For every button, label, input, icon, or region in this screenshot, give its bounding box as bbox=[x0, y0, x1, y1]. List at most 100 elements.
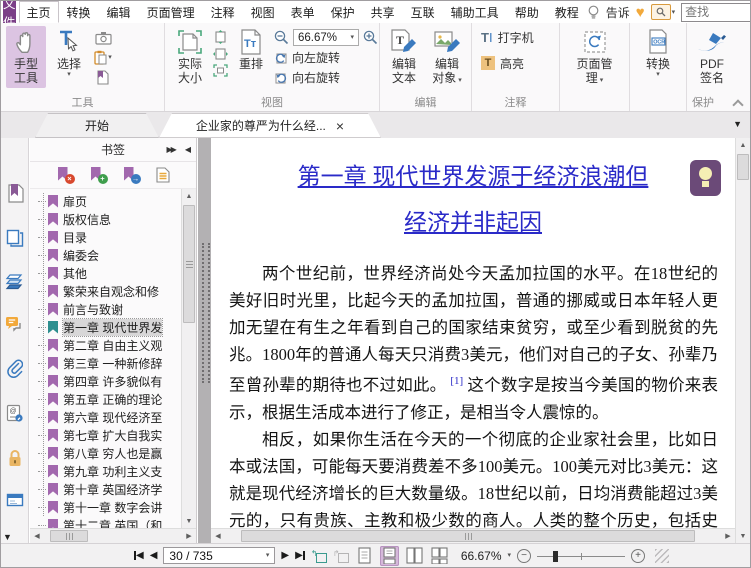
snapshot-icon[interactable] bbox=[92, 29, 114, 46]
facing-layout-button[interactable] bbox=[405, 546, 424, 566]
chapter-title[interactable]: 第一章 现代世界发源于经济浪潮但 经济并非起因 bbox=[211, 154, 735, 246]
menu-tab[interactable]: 注释 bbox=[203, 1, 243, 23]
bookmark-item[interactable]: 第六章 现代经济至 bbox=[38, 408, 196, 426]
scroll-down-icon[interactable]: ▼ bbox=[736, 529, 750, 543]
reflow-button[interactable]: Tт 重排 bbox=[231, 26, 271, 73]
bookmark-item[interactable]: 编委会 bbox=[38, 246, 196, 264]
scroll-up-icon[interactable]: ▲ bbox=[736, 138, 750, 152]
bookmark-item[interactable]: 繁荣来自观念和修 bbox=[38, 282, 196, 300]
bookmarks-horizontal-scrollbar[interactable]: ◀ ▶ bbox=[30, 528, 196, 543]
menu-tab[interactable]: 转换 bbox=[59, 1, 99, 23]
page-number-combobox[interactable]: 30 / 735 ▾ bbox=[163, 547, 276, 564]
scroll-right-icon[interactable]: ▶ bbox=[721, 529, 735, 543]
menu-tab[interactable]: 视图 bbox=[243, 1, 283, 23]
menu-tab[interactable]: 编辑 bbox=[99, 1, 139, 23]
menu-tab[interactable]: 页面管理 bbox=[139, 1, 203, 23]
previous-page-button[interactable]: ◀ bbox=[150, 550, 158, 561]
footnote-link[interactable]: [1] bbox=[450, 375, 463, 387]
typewriter-button[interactable]: TI 打字机 bbox=[477, 26, 538, 48]
bookmark-item[interactable]: 第一章 现代世界发 bbox=[38, 317, 196, 337]
document-vertical-scrollbar[interactable]: ▲ ▼ bbox=[735, 138, 750, 543]
document-horizontal-scrollbar[interactable]: ◀ ▶ bbox=[211, 528, 735, 543]
bookmarks-panel-icon[interactable] bbox=[6, 184, 24, 203]
find-input[interactable] bbox=[682, 5, 750, 19]
bookmark-item[interactable]: 第四章 许多貌似有 bbox=[38, 372, 196, 390]
zoom-out-button[interactable]: − bbox=[517, 548, 532, 563]
rotate-left-button[interactable]: 向左旋转 bbox=[274, 49, 378, 66]
bookmark-item[interactable]: 第二章 自由主义观 bbox=[38, 336, 196, 354]
zoom-dropdown-icon[interactable]: ▾ bbox=[508, 552, 512, 559]
file-menu-button[interactable]: 文件 bbox=[3, 1, 16, 30]
document-tab-start[interactable]: 开始 bbox=[35, 113, 159, 138]
bookmark-item[interactable]: 扉页 bbox=[38, 192, 196, 210]
search-dropdown-button[interactable]: ▾ bbox=[650, 4, 675, 20]
pdf-sign-button[interactable]: PDF签名 bbox=[692, 26, 732, 88]
digital-signature-panel-icon[interactable]: @ bbox=[6, 404, 24, 423]
menu-tab[interactable]: 共享 bbox=[363, 1, 403, 23]
zoom-slider[interactable] bbox=[537, 549, 626, 563]
layers-panel-icon[interactable] bbox=[5, 273, 25, 290]
next-view-button[interactable]: ↱ bbox=[333, 549, 349, 563]
menu-tab[interactable]: 互联 bbox=[403, 1, 443, 23]
rotate-right-button[interactable]: 向右旋转 bbox=[274, 69, 378, 86]
pages-panel-icon[interactable] bbox=[6, 229, 24, 247]
tab-list-dropdown-icon[interactable]: ▼ bbox=[733, 119, 742, 129]
menu-tab[interactable]: 教程 bbox=[547, 1, 587, 23]
hand-tool-button[interactable]: 手型工具 bbox=[6, 26, 46, 88]
bookmark-item[interactable]: 版权信息 bbox=[38, 210, 196, 228]
bookmark-item[interactable]: 第十章 英国经济学 bbox=[38, 480, 196, 498]
first-page-button[interactable]: ◀ bbox=[134, 550, 144, 561]
zoom-in-button[interactable]: + bbox=[631, 548, 646, 563]
bookmark-item[interactable]: 第七章 扩大自我实 bbox=[38, 426, 196, 444]
single-page-layout-button[interactable] bbox=[355, 546, 374, 566]
heart-icon[interactable]: ♥ bbox=[636, 5, 645, 20]
convert-button[interactable]: OCR 转换 ▾ bbox=[638, 26, 678, 80]
menu-tab[interactable]: 帮助 bbox=[507, 1, 547, 23]
add-bookmark-button[interactable]: + bbox=[90, 167, 108, 184]
expand-bookmark-list-button[interactable] bbox=[155, 167, 170, 183]
document-tab-active[interactable]: 企业家的尊严为什么经... × bbox=[159, 113, 381, 138]
fit-visible-icon[interactable] bbox=[213, 64, 228, 77]
bookmark-item[interactable]: 第三章 一种新修辞 bbox=[38, 354, 196, 372]
expand-panel-icon[interactable]: ▶▶ bbox=[167, 145, 177, 154]
comments-panel-icon[interactable] bbox=[5, 316, 24, 333]
attachments-panel-icon[interactable] bbox=[6, 359, 23, 378]
from-clipboard-page-icon[interactable] bbox=[92, 69, 114, 86]
scroll-left-icon[interactable]: ◀ bbox=[30, 529, 44, 543]
scroll-down-icon[interactable]: ▼ bbox=[182, 514, 196, 528]
bookmark-item[interactable]: 第九章 功利主义支 bbox=[38, 462, 196, 480]
clipboard-icon[interactable]: ▾ bbox=[92, 49, 114, 66]
locate-bookmark-button[interactable]: → bbox=[123, 167, 141, 184]
note-annotation-icon[interactable] bbox=[690, 160, 721, 196]
bookmark-item[interactable]: 第八章 穷人也是赢 bbox=[38, 444, 196, 462]
next-page-button[interactable]: ▶ bbox=[281, 550, 289, 561]
bookmark-item[interactable]: 其他 bbox=[38, 264, 196, 282]
bookmark-item[interactable]: 目录 bbox=[38, 228, 196, 246]
continuous-facing-layout-button[interactable] bbox=[430, 546, 449, 566]
select-tool-button[interactable]: 选择 ▾ bbox=[49, 26, 89, 80]
last-page-button[interactable]: ▶ bbox=[295, 550, 305, 561]
close-tab-icon[interactable]: × bbox=[336, 119, 344, 133]
menu-tab[interactable]: 辅助工具 bbox=[443, 1, 507, 23]
lightbulb-icon[interactable] bbox=[587, 5, 600, 20]
edit-text-button[interactable]: T 编辑文本 bbox=[384, 26, 424, 88]
page-management-button[interactable]: 页面管理 ▾ bbox=[573, 26, 617, 88]
panel-splitter[interactable] bbox=[198, 138, 211, 543]
zoom-level-combobox[interactable]: 66.67% ▾ bbox=[293, 29, 359, 46]
bookmark-item[interactable]: 第五章 正确的理论 bbox=[38, 390, 196, 408]
scroll-right-icon[interactable]: ▶ bbox=[182, 529, 196, 543]
tell-me-label[interactable]: 告诉 bbox=[606, 4, 630, 21]
bookmark-item[interactable]: 前言与致谢 bbox=[38, 300, 196, 318]
actual-size-button[interactable]: 实际大小 bbox=[170, 26, 210, 88]
scrollbar-thumb[interactable] bbox=[183, 205, 195, 323]
scroll-up-icon[interactable]: ▲ bbox=[182, 189, 196, 203]
resize-grip[interactable] bbox=[655, 548, 670, 563]
continuous-layout-button[interactable] bbox=[379, 545, 399, 566]
fit-width-icon[interactable] bbox=[213, 48, 228, 60]
bookmark-item[interactable]: 第十一章 数字会讲 bbox=[38, 498, 196, 516]
scrollbar-thumb[interactable] bbox=[241, 530, 695, 542]
ribbon-collapse-icon[interactable] bbox=[733, 98, 742, 107]
destinations-panel-icon[interactable] bbox=[6, 493, 24, 507]
security-panel-icon[interactable] bbox=[7, 449, 23, 467]
delete-bookmark-button[interactable]: × bbox=[57, 167, 75, 184]
